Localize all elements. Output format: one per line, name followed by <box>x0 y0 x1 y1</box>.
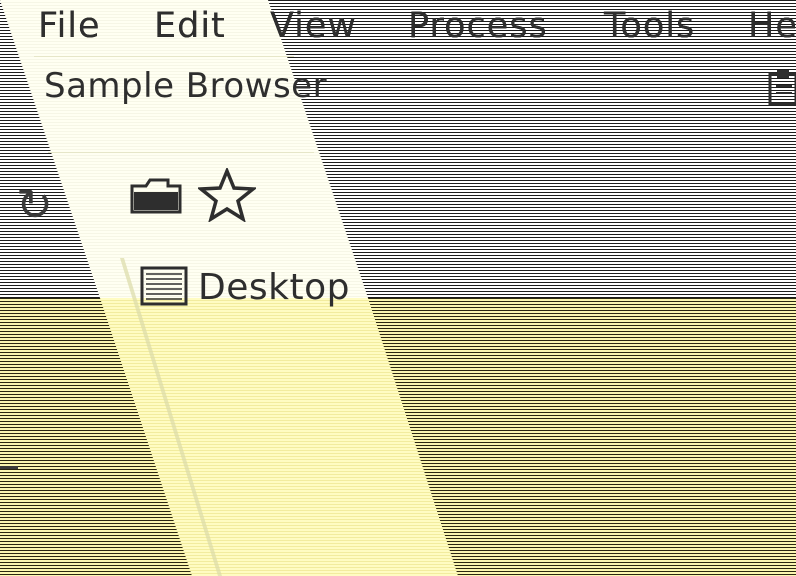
scroll-marker <box>0 466 18 469</box>
menu-file[interactable]: File <box>38 4 101 48</box>
menu-view[interactable]: View <box>270 4 357 48</box>
menubar: File Edit View Process Tools He <box>0 0 796 52</box>
folder-icon[interactable] <box>128 174 184 216</box>
star-icon[interactable] <box>198 168 256 222</box>
menu-process[interactable]: Process <box>408 4 548 48</box>
menubar-divider <box>34 56 294 57</box>
clipboard-icon[interactable] <box>768 68 796 108</box>
titlebar-divider <box>48 152 314 153</box>
menu-edit[interactable]: Edit <box>154 4 226 48</box>
window-title: Sample Browser <box>44 66 328 106</box>
menu-tools[interactable]: Tools <box>604 4 695 48</box>
place-desktop[interactable]: Desktop <box>198 264 350 312</box>
background-lower <box>0 298 796 576</box>
desktop-icon <box>138 264 190 310</box>
reload-icon[interactable]: ↻ <box>16 180 53 232</box>
menu-help[interactable]: He <box>748 4 796 48</box>
